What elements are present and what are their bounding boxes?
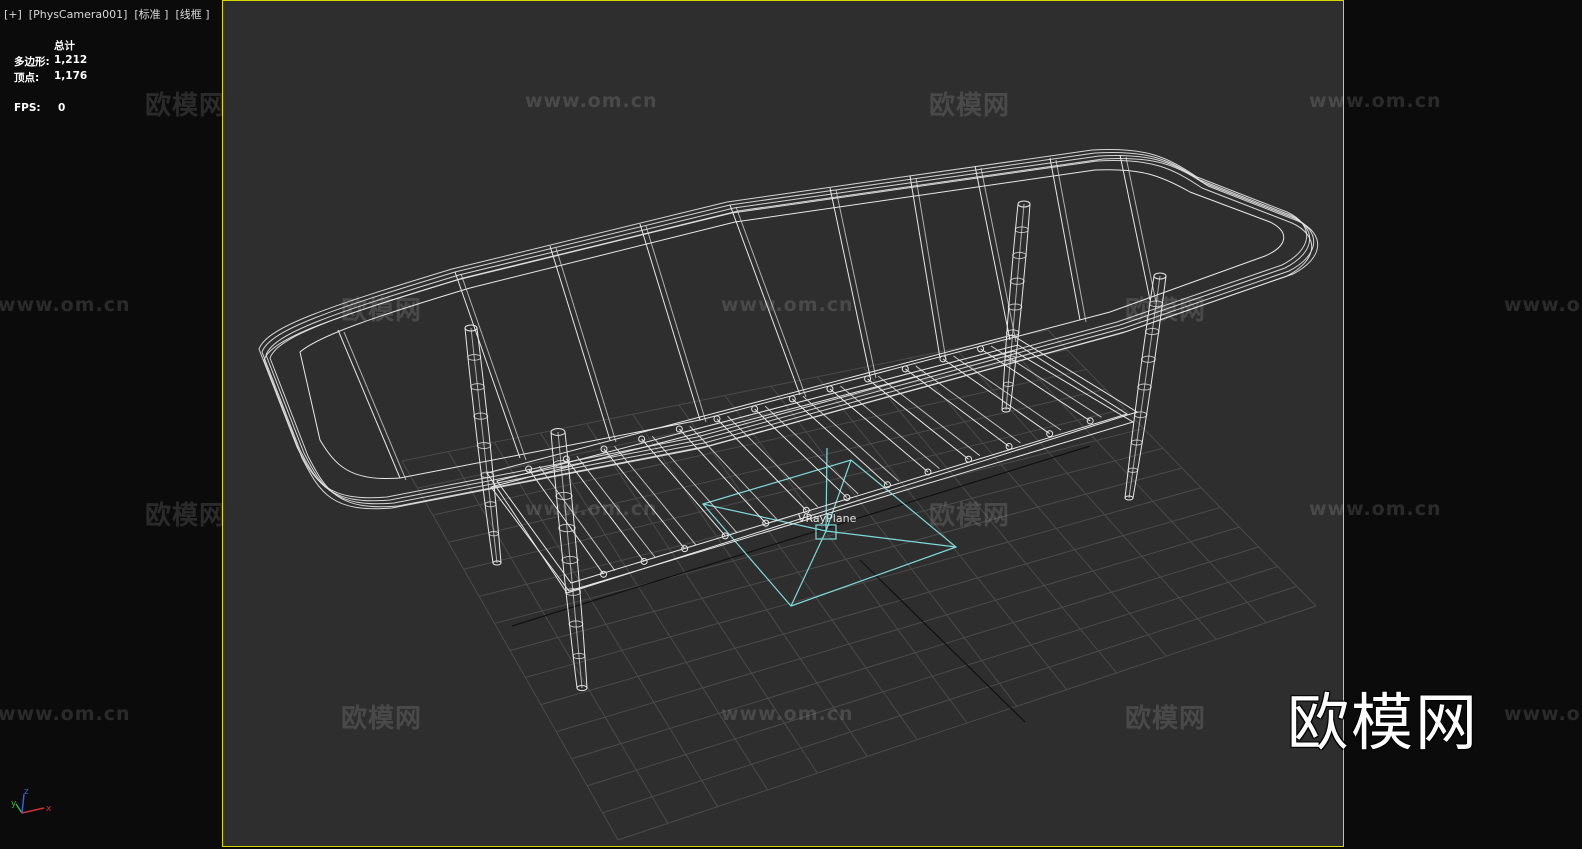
fps-value: 0 — [58, 102, 66, 114]
watermark-text: 欧模网 — [1125, 296, 1207, 326]
watermark-url: www.om.cn — [1309, 90, 1442, 112]
grid-line — [586, 566, 1278, 787]
tabletop-segment-line — [974, 165, 1011, 341]
leg-edge — [1001, 203, 1019, 411]
shelf-slat — [942, 358, 1050, 435]
tabletop-segment-line — [1049, 157, 1081, 321]
tabletop-segment-line — [555, 247, 617, 443]
tabletop-segment-line — [454, 271, 521, 459]
watermark-text: 欧模网 — [929, 501, 1011, 531]
polygons-value: 1,212 — [54, 54, 88, 66]
polygons-label: 多边形: — [14, 56, 50, 68]
watermark-text: 欧模网 — [145, 501, 227, 531]
watermark-text: 欧模网 — [341, 704, 423, 734]
watermark-url: www.om.cn — [721, 294, 854, 316]
tabletop-segment-line — [1125, 156, 1157, 303]
shelf-slat — [791, 398, 888, 486]
brand-watermark: 欧模网 — [1287, 686, 1480, 759]
tabletop-segment-line — [829, 187, 871, 377]
leg-center-line — [470, 327, 498, 564]
grid-line — [770, 385, 1018, 707]
shelf-slat — [641, 438, 726, 537]
watermark-url: www.om.cn — [0, 703, 131, 725]
tabletop-segment-line — [549, 245, 611, 441]
tabletop-edge — [269, 158, 1319, 508]
watermark-url: www.om.cn — [525, 498, 658, 520]
tabletop-segment-line — [980, 167, 1017, 343]
watermark-url: www.om.cn — [1504, 703, 1582, 725]
watermark-url: www.om.cn — [525, 90, 658, 112]
axis-gizmo-icon: x y z — [11, 787, 52, 814]
tabletop-segment-line — [460, 273, 527, 461]
shelf-slat — [877, 375, 981, 457]
axis-z-label: z — [24, 787, 29, 797]
shelf-slat — [829, 388, 929, 473]
tabletop-segment-line — [909, 175, 941, 359]
tabletop-segment-line — [639, 223, 701, 421]
shelf-slat — [915, 365, 1021, 444]
watermark-text: 欧模网 — [341, 296, 423, 326]
world-y-axis-line — [859, 559, 1026, 723]
grid-line — [1001, 339, 1267, 624]
tabletop-edge — [265, 155, 1315, 505]
shelf-slat — [904, 368, 1010, 447]
vray-plane-label: VRayPlane — [798, 512, 857, 525]
shelf-slat — [980, 348, 1091, 422]
vertices-value: 1,176 — [54, 70, 88, 82]
shelf-slat — [614, 445, 697, 546]
tabletop-segment-line — [343, 331, 407, 481]
fps-label: FPS: — [14, 102, 41, 114]
watermark-url: www.om.cn — [1309, 498, 1442, 520]
coffee-table-wireframe — [258, 149, 1319, 691]
shelf-slat — [689, 425, 778, 520]
axis-x-icon — [21, 807, 45, 814]
grid-line — [540, 506, 1221, 706]
tabletop-segment-line — [1119, 154, 1151, 301]
watermark-url: www.om.cn — [0, 294, 131, 316]
ground-grid — [401, 329, 1317, 841]
shelf-slat — [867, 378, 969, 460]
tabletop-segment-line — [337, 329, 401, 479]
watermark-url: www.om.cn — [721, 703, 854, 725]
viewport-label[interactable]: [+] [PhysCamera001] [标准 ] [线框 ] — [4, 6, 210, 22]
tabletop-segment-line — [915, 177, 947, 361]
leg-back-right — [1001, 200, 1031, 413]
tabletop-segment-line — [835, 189, 877, 379]
tabletop-segment-line — [1055, 159, 1087, 323]
axis-y-label: y — [11, 799, 17, 809]
tabletop-segment-line — [645, 225, 707, 423]
watermark-text: 欧模网 — [1125, 704, 1207, 734]
watermark-text: 欧模网 — [145, 91, 227, 121]
grid-line — [509, 467, 1183, 651]
stats-header: 总计 — [54, 40, 75, 52]
shelf-slat — [678, 428, 767, 524]
axis-y-icon — [15, 803, 23, 814]
vertices-label: 顶点: — [14, 72, 40, 84]
axis-x-label: x — [46, 804, 52, 814]
watermark-url: www.om.cn — [1504, 294, 1582, 316]
watermark-text: 欧模网 — [929, 91, 1011, 121]
